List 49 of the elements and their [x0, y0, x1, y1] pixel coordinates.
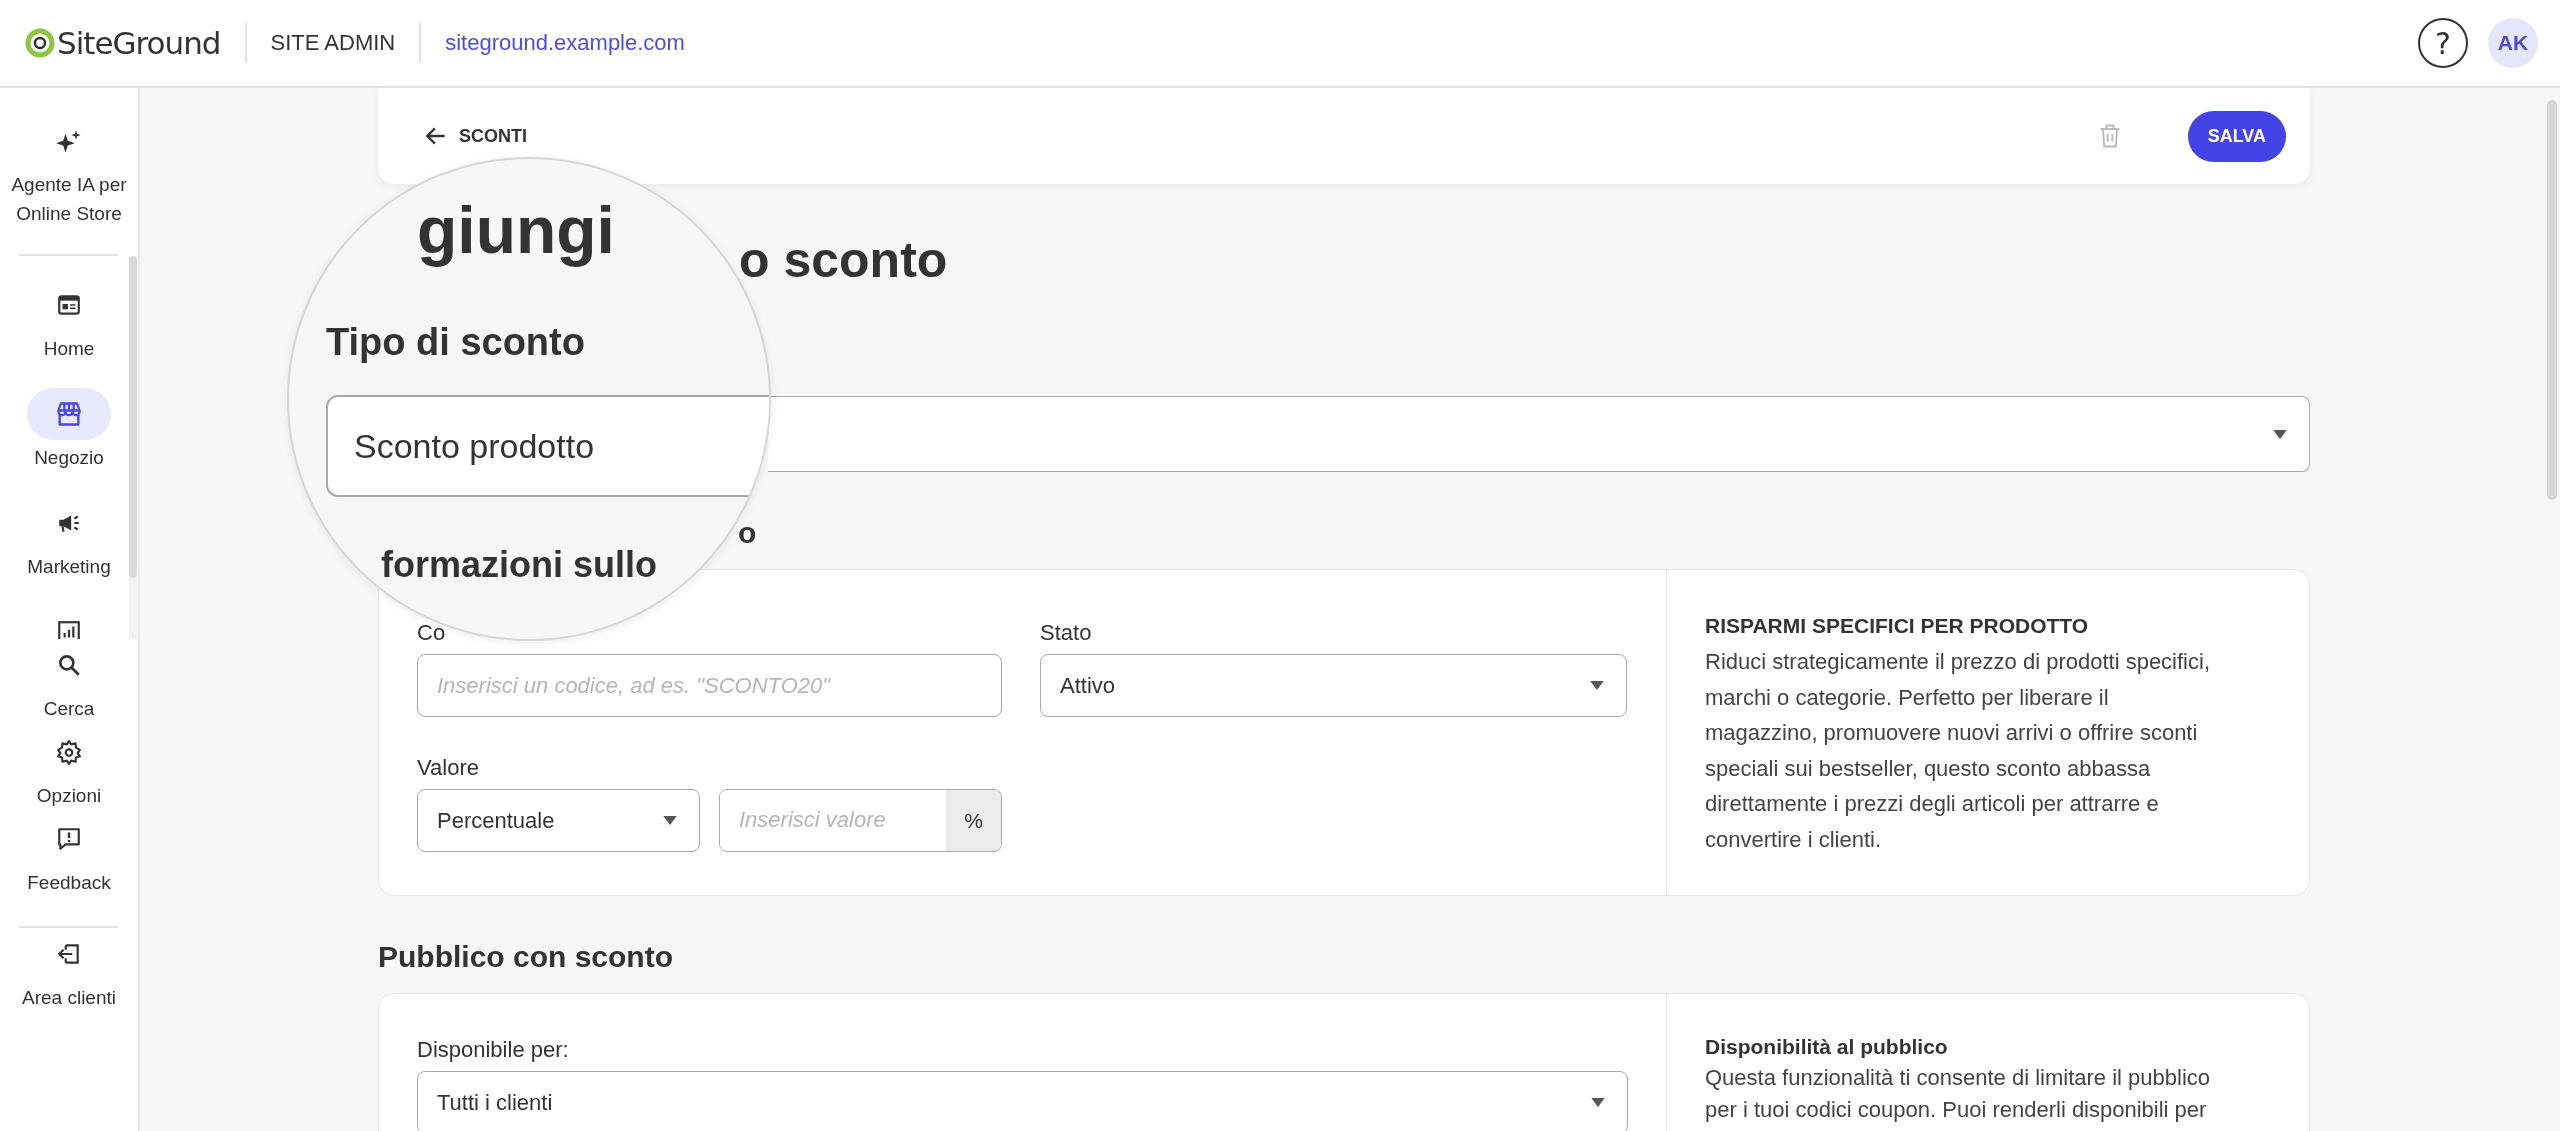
search-icon — [56, 652, 82, 678]
swirl-logo-icon — [25, 28, 55, 58]
avatar[interactable]: AK — [2488, 18, 2538, 68]
sidebar-item[interactable]: Opzioni — [27, 726, 111, 810]
magnified-heading: formazioni sullo — [381, 543, 657, 587]
section-heading: o — [738, 515, 758, 551]
feedback-icon — [56, 826, 82, 852]
store-icon — [55, 400, 83, 428]
sidebar-item[interactable]: Marketing — [27, 497, 111, 581]
help-title: Disponibilità al pubblico — [1705, 1034, 1949, 1060]
caret-icon — [1591, 1098, 1605, 1107]
select-field[interactable]: Attivo — [1040, 654, 1627, 717]
section-title: SITE ADMIN — [270, 30, 396, 56]
input-field[interactable]: Inserisci un codice, ad es. "SCONTO20" — [417, 654, 1002, 717]
sidebar-item[interactable]: Cerca — [27, 639, 111, 723]
field-label: Stato — [1040, 620, 1092, 646]
help-text: Riduci strategicamente il prezzo di prodotti specifici, marchi o categorie. Perfetto per liberare il magazzino, promuovere nuovi arrivi o offrire sconti speciali sui bestseller, questo sconto abbassa direttamente i prezzi degli articoli per attrarre e convertire i clienti. — [1705, 648, 2211, 854]
unit-addon: % — [946, 790, 1001, 851]
exit-icon — [56, 941, 82, 967]
page-title: o sconto — [739, 231, 949, 290]
help-button[interactable]: ? — [2418, 18, 2468, 68]
select-field[interactable]: Percentuale — [417, 789, 700, 852]
field-label: Co — [417, 620, 446, 646]
sidebar-item[interactable]: Agente IA per Online Store — [9, 116, 129, 228]
select-field[interactable]: Tutti i clienti — [417, 1071, 1628, 1131]
chart-icon — [56, 619, 82, 639]
input-field[interactable]: Inserisci valore % — [719, 789, 1002, 852]
field-label: Valore — [417, 755, 479, 781]
card-icon — [56, 292, 82, 318]
caret-icon — [663, 816, 677, 825]
magnified-label: Tipo di sconto — [326, 320, 585, 365]
domain-link[interactable]: siteground.example.com — [445, 30, 685, 56]
scrollbar[interactable] — [2547, 100, 2557, 500]
caret-icon — [2273, 429, 2287, 439]
sidebar-item[interactable]: Feedback — [27, 813, 111, 897]
select-field[interactable] — [768, 396, 2310, 472]
field-label: Disponibile per: — [417, 1037, 569, 1063]
settings-icon — [56, 739, 82, 765]
help-title: RISPARMI SPECIFICI PER PRODOTTO — [1705, 613, 2090, 639]
sidebar-item[interactable]: Home — [27, 279, 111, 363]
caret-icon — [1590, 681, 1604, 690]
section-heading: Pubblico con sconto — [378, 939, 674, 975]
help-text: Questa funzionalità ti consente di limitare il pubblico per i tuoi codici coupon. Puoi renderli disponibili per — [1705, 1064, 2212, 1124]
save-button[interactable]: SALVA — [2187, 110, 2286, 162]
magnified-select-field: Sconto prodotto — [326, 395, 769, 497]
sidebar-item[interactable]: Area clienti — [22, 928, 116, 1012]
back-link[interactable]: SCONTI — [423, 123, 527, 149]
logo-text[interactable]: SiteGround — [57, 25, 221, 61]
scrollbar[interactable] — [129, 256, 137, 639]
